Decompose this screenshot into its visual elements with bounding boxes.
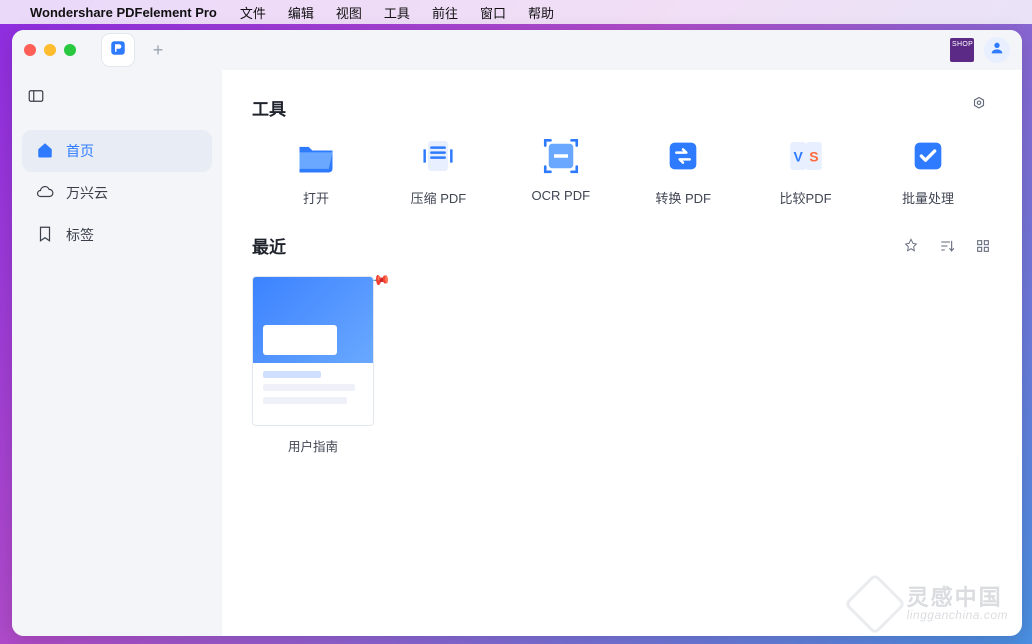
menubar-item-go[interactable]: 前往 (421, 3, 469, 22)
menubar-app-name[interactable]: Wondershare PDFelement Pro (26, 5, 229, 20)
menubar-item-tools[interactable]: 工具 (373, 3, 421, 22)
batch-icon (906, 134, 950, 178)
sidebar-item-label: 万兴云 (66, 183, 108, 203)
sidebar-item-label: 标签 (66, 225, 94, 245)
mac-menubar: Wondershare PDFelement Pro 文件 编辑 视图 工具 前… (0, 0, 1032, 24)
home-tab[interactable] (102, 34, 134, 66)
close-button[interactable] (24, 44, 36, 56)
recent-section-title: 最近 (252, 233, 286, 258)
tool-compare[interactable]: VS 比较PDF (746, 134, 866, 207)
pin-icon (902, 237, 920, 255)
cloud-icon (36, 183, 54, 204)
tool-label: 批量处理 (902, 188, 954, 207)
account-avatar[interactable] (984, 37, 1010, 63)
watermark-text-en: lingganchina.com (907, 609, 1008, 621)
svg-text:V: V (793, 148, 803, 164)
tools-section-title: 工具 (252, 95, 286, 120)
sidebar: 首页 万兴云 标签 (12, 70, 222, 636)
menubar-item-help[interactable]: 帮助 (517, 3, 565, 22)
tool-label: 转换 PDF (655, 188, 711, 207)
tool-label: 压缩 PDF (411, 188, 467, 207)
compress-icon (416, 134, 460, 178)
tool-label: OCR PDF (532, 188, 591, 203)
home-icon (36, 141, 54, 162)
zoom-button[interactable] (64, 44, 76, 56)
compare-icon: VS (784, 134, 828, 178)
gear-icon (970, 96, 988, 119)
watermark-text-zh: 灵感中国 (907, 587, 1008, 609)
watermark: 灵感中国 lingganchina.com (853, 582, 1008, 626)
traffic-lights (24, 44, 76, 56)
bookmark-icon (36, 225, 54, 246)
tool-label: 打开 (303, 188, 329, 207)
collapse-sidebar-button[interactable] (22, 84, 50, 112)
grid-icon (974, 237, 992, 255)
tool-batch[interactable]: 批量处理 (868, 134, 988, 207)
recent-grid: 📌 用户指南 (252, 276, 992, 455)
minimize-button[interactable] (44, 44, 56, 56)
app-logo-icon (109, 39, 127, 62)
watermark-logo-icon (843, 573, 905, 635)
pin-filter-button[interactable] (902, 237, 920, 255)
menubar-item-view[interactable]: 视图 (325, 3, 373, 22)
tools-settings-button[interactable] (966, 94, 992, 120)
tool-convert[interactable]: 转换 PDF (623, 134, 743, 207)
recent-action-bar (902, 237, 992, 255)
open-folder-icon (294, 134, 338, 178)
svg-text:S: S (809, 148, 818, 164)
document-thumbnail (252, 276, 374, 426)
convert-icon (661, 134, 705, 178)
sort-button[interactable] (938, 237, 956, 255)
window-titlebar: + (12, 30, 1022, 70)
menubar-item-window[interactable]: 窗口 (469, 3, 517, 22)
tool-open[interactable]: 打开 (256, 134, 376, 207)
user-icon (989, 40, 1005, 61)
shop-now-button[interactable] (950, 38, 974, 62)
menubar-item-file[interactable]: 文件 (229, 3, 277, 22)
new-tab-button[interactable]: + (144, 36, 172, 64)
sort-icon (938, 237, 956, 255)
recent-document[interactable]: 📌 用户指南 (252, 276, 374, 455)
document-label: 用户指南 (252, 436, 374, 455)
sidebar-item-label: 首页 (66, 141, 94, 161)
tool-ocr[interactable]: OCR PDF (501, 134, 621, 207)
tools-row: 打开 压缩 PDF OCR PDF (252, 134, 992, 207)
tool-label: 比较PDF (780, 188, 832, 207)
menubar-item-edit[interactable]: 编辑 (277, 3, 325, 22)
sidebar-item-cloud[interactable]: 万兴云 (22, 172, 212, 214)
main-content: 工具 打开 压缩 PDF (222, 70, 1022, 636)
tool-compress[interactable]: 压缩 PDF (378, 134, 498, 207)
sidebar-item-home[interactable]: 首页 (22, 130, 212, 172)
view-toggle-button[interactable] (974, 237, 992, 255)
sidebar-item-bookmark[interactable]: 标签 (22, 214, 212, 256)
app-window: + 首页 (12, 30, 1022, 636)
panel-icon (27, 87, 45, 110)
ocr-icon (539, 134, 583, 178)
